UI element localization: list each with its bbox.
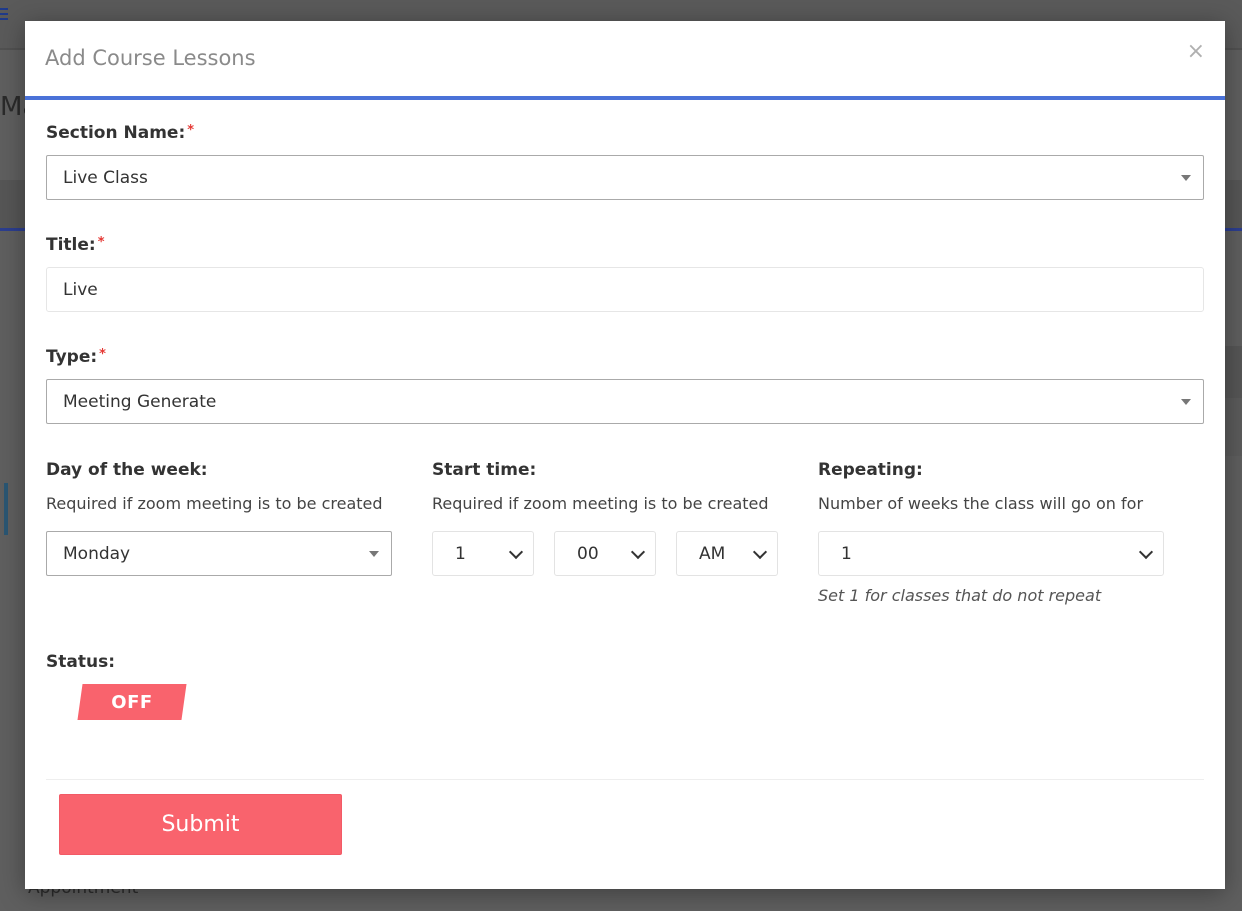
background-accent-bar [4, 483, 8, 535]
title-label-text: Title: [46, 235, 96, 255]
start-meridiem-value: AM [699, 543, 726, 564]
repeating-select[interactable]: 1 [818, 531, 1164, 576]
type-select[interactable]: Meeting Generate [46, 379, 1204, 424]
chevron-down-icon [1138, 544, 1154, 559]
dropdown-caret-icon [369, 550, 379, 557]
repeating-label: Repeating: [818, 460, 923, 480]
required-mark: * [99, 347, 106, 362]
close-icon[interactable]: × [1187, 41, 1205, 63]
section-name-label-text: Section Name: [46, 123, 186, 143]
section-name-select[interactable]: Live Class [46, 155, 1204, 200]
type-value: Meeting Generate [63, 391, 217, 412]
start-time-label: Start time: [432, 460, 537, 480]
start-hour-select[interactable]: 1 [432, 531, 534, 576]
section-name-value: Live Class [63, 167, 148, 188]
required-mark: * [187, 123, 195, 138]
start-minute-select[interactable]: 00 [554, 531, 656, 576]
required-mark: * [97, 235, 105, 250]
day-of-week-value: Monday [63, 543, 131, 564]
start-meridiem-select[interactable]: AM [676, 531, 778, 576]
dropdown-caret-icon [1181, 398, 1191, 405]
start-hour-value: 1 [455, 543, 466, 564]
hamburger-menu-icon [0, 8, 8, 20]
title-label: Title: * [46, 235, 105, 255]
status-toggle[interactable]: OFF [77, 684, 187, 720]
status-toggle-text: OFF [111, 691, 153, 713]
title-value: Live [63, 279, 98, 300]
chevron-down-icon [630, 544, 646, 559]
type-label-text: Type: [46, 347, 98, 367]
add-course-lessons-modal: Add Course Lessons × Section Name: * Live… [25, 21, 1225, 889]
repeating-value: 1 [841, 543, 852, 564]
title-input[interactable]: Live [46, 267, 1204, 312]
background-right-strip [1225, 346, 1242, 402]
chevron-down-icon [752, 544, 768, 559]
day-of-week-label: Day of the week: [46, 460, 208, 480]
section-name-label: Section Name: * [46, 123, 194, 143]
type-label: Type: * [46, 347, 106, 367]
footer-divider [46, 779, 1204, 780]
submit-button[interactable]: Submit [59, 794, 342, 855]
start-time-help: Required if zoom meeting is to be create… [432, 494, 769, 513]
modal-title: Add Course Lessons [45, 46, 256, 70]
modal-header: Add Course Lessons × [25, 21, 1225, 100]
day-of-week-help: Required if zoom meeting is to be create… [46, 494, 383, 513]
start-minute-value: 00 [577, 543, 599, 564]
status-label: Status: [46, 652, 115, 672]
background-right-strip-2 [1225, 398, 1242, 456]
repeating-note: Set 1 for classes that do not repeat [818, 586, 1102, 605]
dropdown-caret-icon [1181, 174, 1191, 181]
chevron-down-icon [508, 544, 524, 559]
day-of-week-select[interactable]: Monday [46, 531, 392, 576]
repeating-help: Number of weeks the class will go on for [818, 494, 1144, 513]
